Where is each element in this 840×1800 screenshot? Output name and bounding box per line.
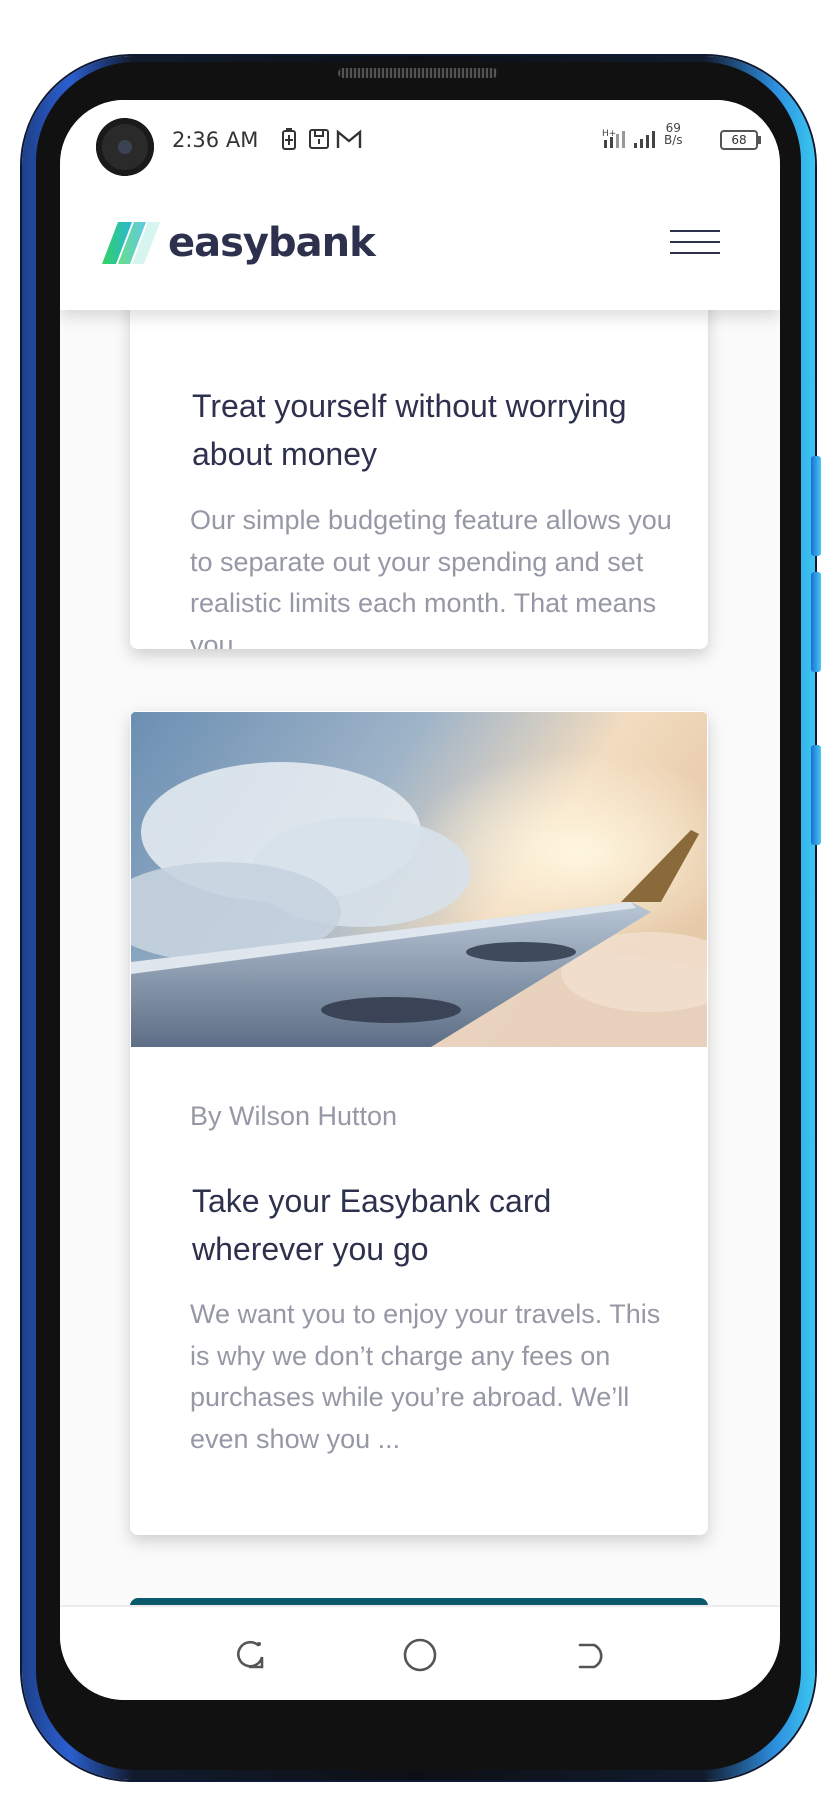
- article-title[interactable]: Take your Easybank card wherever you go: [192, 1177, 672, 1273]
- earpiece-speaker: [338, 68, 498, 78]
- article-author: By Wilson Hutton: [190, 1101, 398, 1131]
- back-icon[interactable]: [572, 1637, 608, 1673]
- front-camera: [96, 118, 154, 176]
- signal-icon: H+: [602, 128, 660, 154]
- system-nav-bar: [60, 1605, 780, 1700]
- article-image: [131, 712, 707, 1047]
- hamburger-menu-button[interactable]: [670, 228, 720, 258]
- article-title[interactable]: Treat yourself without worrying about mo…: [192, 382, 672, 478]
- article-excerpt: We want you to enjoy your travels. This …: [190, 1299, 661, 1454]
- battery-level: 68: [731, 133, 747, 147]
- gmail-icon: [336, 128, 362, 155]
- hamburger-line: [670, 241, 720, 243]
- volume-up-button: [811, 456, 821, 556]
- power-button: [811, 745, 821, 845]
- status-bar: 2:36 AM H+ 69 B/s 68: [60, 100, 780, 180]
- home-icon[interactable]: [402, 1637, 438, 1673]
- logo-text: easybank: [168, 220, 376, 266]
- network-type: H+: [602, 129, 616, 139]
- sd-card-icon: [308, 128, 330, 155]
- battery-charging-icon: [282, 128, 296, 155]
- logo-mark-icon: [102, 222, 160, 264]
- app-header: easybank: [60, 180, 780, 310]
- phone-screen: Treat yourself without worrying about mo…: [60, 100, 780, 1700]
- volume-down-button: [811, 572, 821, 672]
- article-excerpt: Our simple budgeting feature allows you …: [190, 505, 672, 649]
- article-card[interactable]: By Wilson Hutton Take your Easybank card…: [130, 711, 708, 1535]
- speed-unit: B/s: [664, 133, 683, 147]
- status-time: 2:36 AM: [172, 128, 259, 152]
- article-feed[interactable]: Treat yourself without worrying about mo…: [60, 100, 780, 1700]
- battery-icon: 68: [720, 130, 761, 150]
- network-speed: 69 B/s: [664, 122, 683, 146]
- hamburger-line: [670, 230, 720, 232]
- recents-icon[interactable]: [232, 1637, 268, 1673]
- logo[interactable]: easybank: [102, 220, 376, 266]
- hamburger-line: [670, 252, 720, 254]
